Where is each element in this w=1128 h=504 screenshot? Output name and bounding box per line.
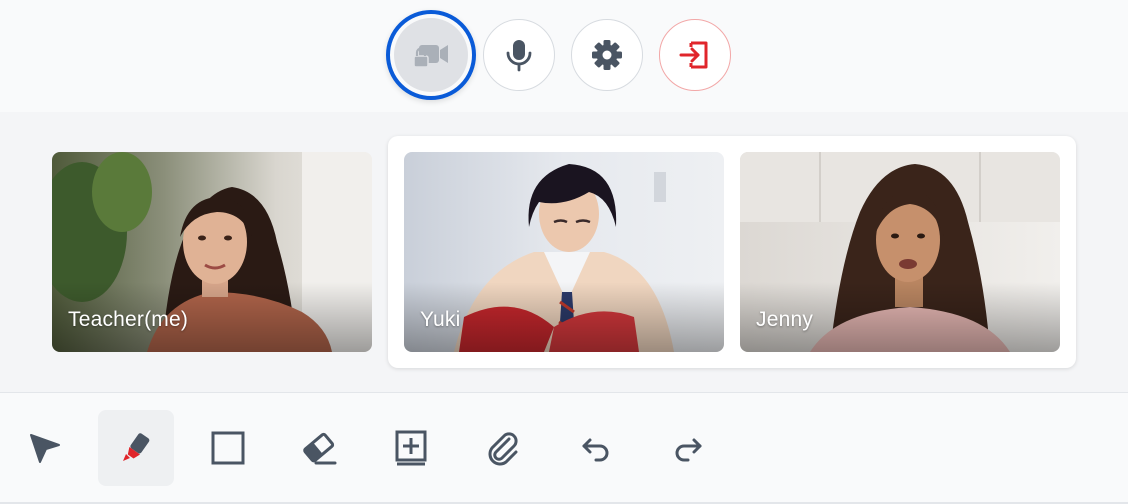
add-page-tool-button[interactable] (373, 410, 449, 486)
undo-icon (582, 438, 609, 462)
redo-button[interactable] (650, 410, 726, 486)
leave-button[interactable] (659, 19, 731, 91)
pen-tool-button[interactable] (98, 410, 174, 486)
camera-locked-icon (413, 45, 448, 68)
participant-name: Yuki (420, 308, 461, 331)
microphone-icon (506, 40, 532, 72)
marker-pen-icon (123, 433, 150, 461)
add-page-icon (395, 430, 427, 466)
redo-icon (675, 438, 702, 462)
call-controls-bar (0, 0, 1128, 112)
video-tile-yuki[interactable]: Yuki (404, 152, 724, 352)
microphone-button[interactable] (483, 19, 555, 91)
participant-name: Jenny (756, 308, 814, 331)
rectangle-icon (211, 431, 245, 465)
exit-icon (679, 41, 708, 69)
cursor-arrow-icon (30, 434, 60, 463)
paperclip-icon (488, 432, 518, 466)
students-panel: Yuki Jenny (388, 136, 1076, 368)
video-tile-jenny[interactable]: Jenny (740, 152, 1060, 352)
whiteboard-toolbar (0, 393, 1128, 502)
undo-button[interactable] (558, 410, 634, 486)
select-tool-button[interactable] (7, 410, 83, 486)
settings-button[interactable] (571, 19, 643, 91)
eraser-tool-button[interactable] (281, 410, 357, 486)
gear-icon (592, 40, 622, 70)
eraser-icon (303, 432, 337, 465)
rectangle-tool-button[interactable] (190, 410, 266, 486)
camera-button-face (394, 18, 468, 92)
video-stage: Teacher(me) Yuki Jenny (0, 112, 1128, 392)
attach-tool-button[interactable] (465, 410, 541, 486)
video-tile-teacher[interactable]: Teacher(me) (52, 152, 372, 352)
camera-toggle-button[interactable] (386, 10, 476, 100)
participant-name: Teacher(me) (68, 308, 189, 331)
